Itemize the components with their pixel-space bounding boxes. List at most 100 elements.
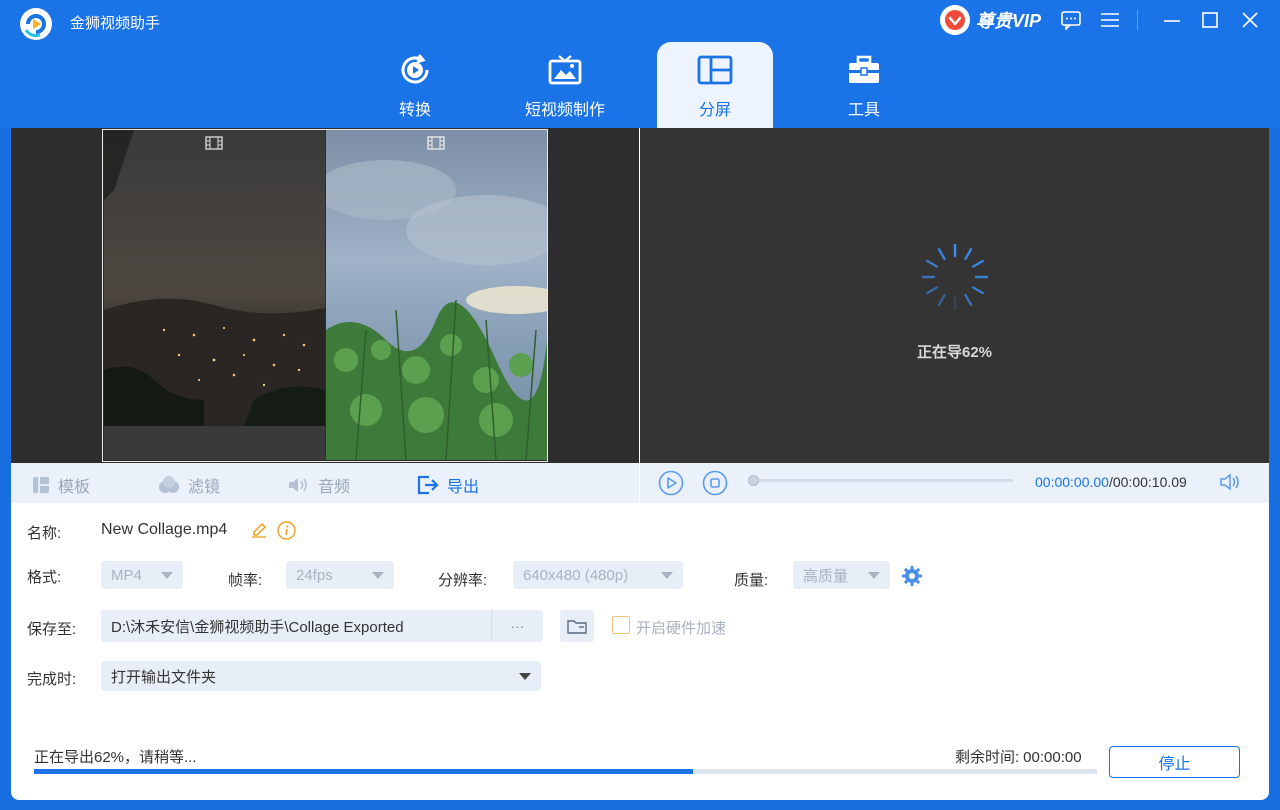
remaining-time-value: 00:00:00 <box>1023 749 1082 766</box>
collage-cell-2[interactable] <box>326 130 547 460</box>
save-path-value: D:\沐禾安信\金狮视频助手\Collage Exported <box>111 618 404 636</box>
seek-handle[interactable] <box>748 475 759 486</box>
output-preview: 正在导62% <box>640 128 1269 463</box>
tv-icon <box>547 52 583 88</box>
browse-button[interactable]: ··· <box>491 610 543 642</box>
export-status-overlay: 正在导62% <box>916 344 993 361</box>
stop-playback-button[interactable] <box>702 470 728 496</box>
night-city-video-thumbnail <box>104 130 325 460</box>
loading-spinner-icon <box>921 243 989 311</box>
chevron-down-icon <box>372 572 384 579</box>
fps-value: 24fps <box>296 566 333 584</box>
save-path-field[interactable]: D:\沐禾安信\金狮视频助手\Collage Exported <box>101 610 491 642</box>
export-progress-text: 正在导出62%，请稍等... <box>34 749 197 766</box>
title-divider <box>1137 10 1138 30</box>
tab-short-video-label: 短视频制作 <box>524 102 605 119</box>
maximize-button[interactable] <box>1196 6 1224 34</box>
collage-preview <box>11 128 639 463</box>
minimize-icon <box>1164 20 1180 22</box>
info-icon[interactable] <box>277 521 296 540</box>
chevron-down-icon <box>161 572 173 579</box>
maximize-icon <box>1202 12 1218 28</box>
app-title: 金狮视频助手 <box>70 15 161 32</box>
app-logo-icon <box>18 6 54 42</box>
tab-template[interactable]: 模板 <box>32 473 90 497</box>
hw-accel-label: 开启硬件加速 <box>636 620 727 637</box>
audio-icon <box>288 476 310 494</box>
template-icon <box>32 476 50 494</box>
editor-tab-bar: 模板 滤镜 音频 导出 <box>11 463 639 503</box>
tab-audio[interactable]: 音频 <box>288 473 350 497</box>
tab-filter[interactable]: 滤镜 <box>158 473 220 497</box>
time-display: 00:00:00.00/00:00:10.09 <box>1035 474 1187 490</box>
edit-name-button[interactable] <box>251 522 267 538</box>
play-button[interactable] <box>658 470 684 496</box>
vip-badge-icon <box>940 5 970 35</box>
film-icon <box>205 136 223 150</box>
tab-short-video[interactable]: 短视频制作 <box>507 42 623 128</box>
chevron-down-icon <box>661 572 673 579</box>
minimize-button[interactable] <box>1158 6 1186 34</box>
name-label: 名称: <box>27 525 62 542</box>
hw-accel-checkbox[interactable] <box>612 616 630 634</box>
tab-split-screen-label: 分屏 <box>698 102 731 119</box>
format-value: MP4 <box>111 566 142 584</box>
title-bar: 金狮视频助手 尊贵VIP 转换 短视频制作 分屏 工具 <box>0 0 1280 128</box>
vip-label: 尊贵VIP <box>976 11 1042 31</box>
open-folder-button[interactable] <box>560 610 594 642</box>
time-current: 00:00:00.00 <box>1035 474 1109 490</box>
volume-icon[interactable] <box>1220 473 1242 491</box>
tab-split-screen[interactable]: 分屏 <box>657 42 773 128</box>
player-bar: 00:00:00.00/00:00:10.09 <box>640 463 1269 503</box>
convert-icon <box>397 52 433 88</box>
remaining-time: 剩余时间: 00:00:00 <box>955 746 1082 767</box>
resolution-select[interactable]: 640x480 (480p) <box>513 561 683 589</box>
tab-audio-label: 音频 <box>318 479 351 496</box>
gear-icon[interactable] <box>901 565 923 587</box>
quality-value: 高质量 <box>803 567 849 585</box>
seek-bar[interactable] <box>753 479 1013 482</box>
close-icon <box>1242 12 1258 28</box>
output-name: New Collage.mp4 <box>101 521 228 538</box>
export-progress-bar <box>34 769 1097 774</box>
save-to-label: 保存至: <box>27 621 77 638</box>
fps-select[interactable]: 24fps <box>286 561 394 589</box>
chevron-down-icon <box>519 673 531 680</box>
format-label: 格式: <box>27 569 62 586</box>
on-complete-label: 完成时: <box>27 671 77 688</box>
chevron-down-icon <box>868 572 880 579</box>
fps-label: 帧率: <box>228 572 263 589</box>
toolbox-icon <box>847 52 881 88</box>
feedback-button[interactable] <box>1057 6 1085 34</box>
vip-button[interactable]: 尊贵VIP <box>940 5 1041 35</box>
on-complete-select[interactable]: 打开输出文件夹 <box>101 661 541 691</box>
resolution-value: 640x480 (480p) <box>523 566 629 584</box>
stop-export-button[interactable]: 停止 <box>1109 746 1240 778</box>
export-icon <box>417 475 439 495</box>
tab-tools[interactable]: 工具 <box>806 42 922 128</box>
tab-convert[interactable]: 转换 <box>357 42 473 128</box>
quality-select[interactable]: 高质量 <box>793 561 890 589</box>
collage-cell-1[interactable] <box>104 130 325 460</box>
menu-button[interactable] <box>1096 6 1124 34</box>
split-screen-icon <box>697 52 733 88</box>
filter-icon <box>158 476 180 494</box>
on-complete-value: 打开输出文件夹 <box>111 668 217 686</box>
tab-template-label: 模板 <box>58 479 91 496</box>
tab-convert-label: 转换 <box>398 102 431 119</box>
close-button[interactable] <box>1236 6 1264 34</box>
quality-label: 质量: <box>734 572 769 589</box>
remaining-time-label: 剩余时间: <box>955 749 1020 766</box>
menu-icon <box>1101 13 1119 27</box>
tab-tools-label: 工具 <box>847 102 880 119</box>
format-select[interactable]: MP4 <box>101 561 183 589</box>
message-icon <box>1061 11 1081 30</box>
tab-export[interactable]: 导出 <box>417 473 479 497</box>
time-total: /00:00:10.09 <box>1108 474 1187 490</box>
split-screen-panel: 正在导62% 模板 滤镜 音频 导出 00:00:00.00/00:00:10.… <box>11 128 1269 800</box>
tab-filter-label: 滤镜 <box>188 479 221 496</box>
plants-sky-video-thumbnail <box>326 130 547 460</box>
film-icon <box>427 136 445 150</box>
resolution-label: 分辨率: <box>438 572 488 589</box>
tab-export-label: 导出 <box>447 479 480 496</box>
